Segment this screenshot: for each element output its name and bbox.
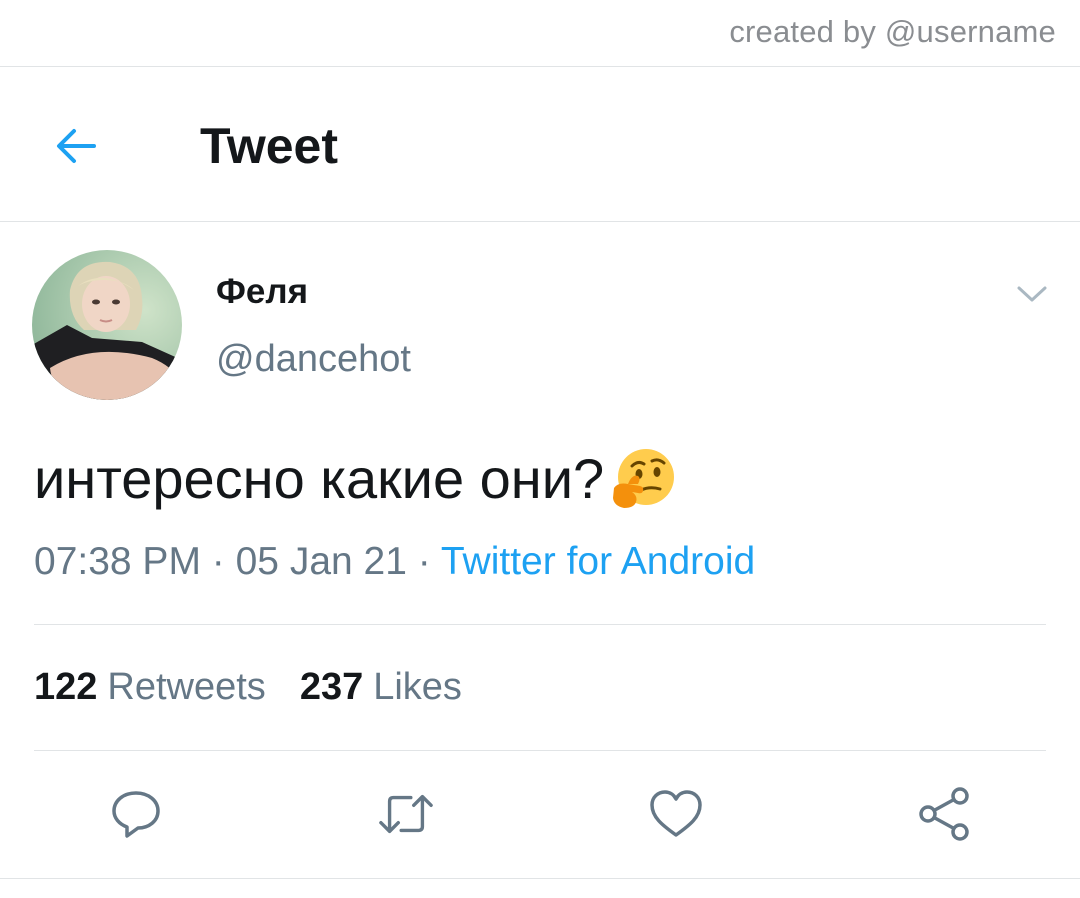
tweet-source-link[interactable]: Twitter for Android xyxy=(441,540,755,583)
thinking-face-emoji xyxy=(613,449,675,508)
retweets-count: 122 xyxy=(34,666,98,708)
likes-stat[interactable]: 237 Likes xyxy=(300,666,462,709)
more-options-button[interactable] xyxy=(1012,274,1052,314)
meta-separator: · xyxy=(200,540,236,583)
reply-button[interactable] xyxy=(108,786,164,842)
avatar[interactable] xyxy=(32,250,182,400)
divider xyxy=(0,221,1080,222)
retweets-stat[interactable]: 122 Retweets xyxy=(34,666,266,709)
tweet-date: 05 Jan 21 xyxy=(235,540,407,583)
like-button[interactable] xyxy=(648,786,704,842)
heart-icon xyxy=(650,790,702,837)
retweets-label: Retweets xyxy=(107,666,266,708)
divider xyxy=(34,624,1046,625)
divider xyxy=(0,878,1080,879)
divider xyxy=(0,66,1080,67)
share-button[interactable] xyxy=(916,786,972,842)
arrow-left-icon xyxy=(57,129,96,163)
divider xyxy=(34,750,1046,751)
avatar-image xyxy=(32,250,182,400)
author-handle[interactable]: @dancehot xyxy=(216,338,411,381)
header-bar: Tweet xyxy=(0,68,1080,220)
tweet-meta: 07:38 PM · 05 Jan 21 · Twitter for Andro… xyxy=(34,540,755,584)
author-display-name[interactable]: Феля xyxy=(216,272,308,312)
retweet-button[interactable] xyxy=(378,786,434,842)
tweet-time: 07:38 PM xyxy=(34,540,201,583)
chevron-down-icon xyxy=(1017,286,1047,302)
meta-separator: · xyxy=(406,540,441,583)
tweet-stats: 122 Retweets 237 Likes xyxy=(34,666,462,709)
back-button[interactable] xyxy=(44,114,108,178)
tweet-body: интересно какие они? xyxy=(34,444,678,514)
likes-label: Likes xyxy=(373,666,462,708)
share-icon xyxy=(919,787,969,841)
likes-count: 237 xyxy=(299,666,364,708)
retweet-icon xyxy=(379,794,433,834)
tweet-text: интересно какие они? xyxy=(34,447,605,510)
page-title: Tweet xyxy=(200,118,338,174)
watermark-text: created by @username xyxy=(729,14,1056,49)
reply-icon xyxy=(112,791,160,838)
